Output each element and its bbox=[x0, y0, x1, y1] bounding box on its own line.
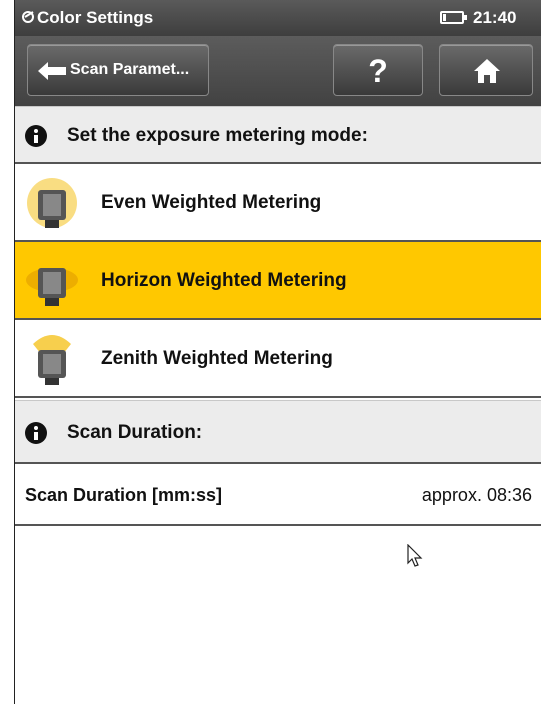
scan-duration-row: Scan Duration [mm:ss] approx. 08:36 bbox=[15, 466, 541, 526]
option-label: Even Weighted Metering bbox=[101, 192, 322, 213]
scan-duration-heading: Scan Duration: bbox=[67, 422, 203, 443]
status-bar: Color Settings 21:40 bbox=[15, 0, 541, 36]
even-metering-icon bbox=[27, 178, 77, 228]
info-icon bbox=[25, 422, 47, 444]
toolbar: Scan Paramet... ? bbox=[15, 36, 541, 106]
horizon-metering-icon bbox=[26, 268, 78, 306]
option-label: Horizon Weighted Metering bbox=[101, 270, 347, 291]
info-icon bbox=[25, 125, 47, 147]
metering-mode-heading: Set the exposure metering mode: bbox=[67, 125, 368, 146]
metering-mode-header: Set the exposure metering mode: bbox=[15, 106, 541, 164]
battery-icon bbox=[440, 11, 467, 24]
option-zenith-weighted[interactable]: Zenith Weighted Metering bbox=[15, 320, 541, 398]
home-button[interactable] bbox=[439, 44, 533, 96]
help-button[interactable]: ? bbox=[333, 44, 423, 96]
scan-duration-header: Scan Duration: bbox=[15, 400, 541, 464]
scan-duration-value: approx. 08:36 bbox=[421, 485, 532, 505]
back-button-label: Scan Paramet... bbox=[70, 61, 190, 78]
option-even-weighted[interactable]: Even Weighted Metering bbox=[15, 164, 541, 242]
clock: 21:40 bbox=[473, 8, 517, 27]
app-screen: Color Settings 21:40 Scan Paramet... ? S… bbox=[14, 0, 541, 704]
home-icon bbox=[474, 59, 500, 83]
arrow-left-icon bbox=[38, 62, 66, 80]
question-icon: ? bbox=[368, 53, 388, 89]
app-logo-icon bbox=[22, 11, 34, 23]
back-button[interactable]: Scan Paramet... bbox=[27, 44, 209, 96]
app-title: Color Settings bbox=[37, 8, 154, 27]
zenith-metering-icon bbox=[33, 335, 71, 385]
option-horizon-weighted[interactable]: Horizon Weighted Metering bbox=[15, 242, 541, 320]
mouse-cursor-icon bbox=[407, 544, 423, 567]
scan-duration-label: Scan Duration [mm:ss] bbox=[25, 485, 223, 505]
option-label: Zenith Weighted Metering bbox=[101, 348, 333, 369]
